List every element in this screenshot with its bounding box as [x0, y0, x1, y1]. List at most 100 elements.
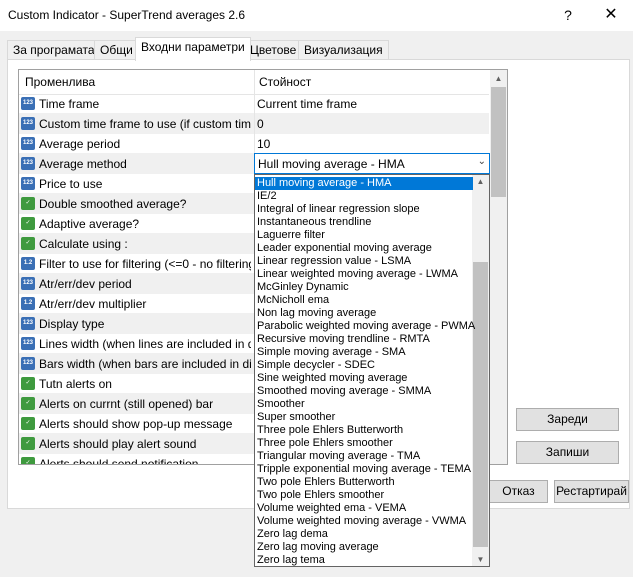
- tab-visualization[interactable]: Визуализация: [298, 40, 389, 60]
- tab-about[interactable]: За програмата: [7, 40, 101, 60]
- parameter-name: Bars width (when bars are included in di…: [39, 357, 251, 371]
- dropdown-option[interactable]: Non lag moving average: [255, 307, 473, 320]
- bool-icon: ✓: [21, 457, 35, 464]
- number-icon: 123: [21, 157, 35, 170]
- column-separator: [254, 94, 255, 114]
- dropdown-option[interactable]: Two pole Ehlers Butterworth: [255, 476, 473, 489]
- dropdown-option[interactable]: Two pole Ehlers smoother: [255, 489, 473, 502]
- dropdown-option[interactable]: McGinley Dynamic: [255, 281, 473, 294]
- parameter-name: Custom time frame to use (if custom time…: [39, 117, 251, 131]
- bool-icon: ✓: [21, 237, 35, 250]
- dropdown-scrollbar[interactable]: ▲ ▼: [472, 175, 489, 566]
- bool-icon: ✓: [21, 417, 35, 430]
- parameter-name: Alerts on currnt (still opened) bar: [39, 397, 214, 411]
- dropdown-option[interactable]: Simple moving average - SMA: [255, 346, 473, 359]
- bool-icon: ✓: [21, 397, 35, 410]
- load-button[interactable]: Зареди: [516, 408, 619, 431]
- number-icon: 123: [21, 357, 35, 370]
- help-button[interactable]: ?: [556, 4, 580, 26]
- average-method-select[interactable]: Hull moving average - HMA ⌄: [254, 153, 490, 174]
- parameter-value[interactable]: 10: [257, 137, 485, 151]
- average-method-dropdown-list: ▲ ▼ Hull moving average - HMA IE/2 Integra…: [254, 174, 490, 567]
- number-icon: 123: [21, 337, 35, 350]
- parameter-name: Atr/err/dev period: [39, 277, 132, 291]
- parameter-value[interactable]: 0: [257, 117, 485, 131]
- chevron-down-icon[interactable]: ⌄: [478, 156, 486, 167]
- bool-icon: ✓: [21, 197, 35, 210]
- parameter-row[interactable]: 123 Time frame Current time frame: [19, 94, 489, 114]
- close-button[interactable]: ✕: [598, 4, 624, 26]
- dropdown-option[interactable]: Hull moving average - HMA: [255, 177, 473, 190]
- dropdown-option[interactable]: Volume weighted ema - VEMA: [255, 502, 473, 515]
- parameter-name: Atr/err/dev multiplier: [39, 297, 147, 311]
- parameter-name: Time frame: [39, 97, 100, 111]
- parameter-name: Alerts should show pop-up message: [39, 417, 233, 431]
- parameter-row[interactable]: 123 Custom time frame to use (if custom t…: [19, 114, 489, 134]
- dropdown-option[interactable]: Super smoother: [255, 411, 473, 424]
- dropdown-option[interactable]: Sine weighted moving average: [255, 372, 473, 385]
- double-icon: 1.2: [21, 297, 35, 310]
- column-header-value[interactable]: Стойност: [259, 75, 311, 89]
- dropdown-option[interactable]: Zero lag tema: [255, 554, 473, 566]
- dropdown-option[interactable]: Three pole Ehlers Butterworth: [255, 424, 473, 437]
- number-icon: 123: [21, 317, 35, 330]
- grid-header: Променлива Стойност: [19, 70, 489, 95]
- tab-inputs[interactable]: Входни параметри: [135, 37, 251, 61]
- parameter-name: Adaptive average?: [39, 217, 140, 231]
- dropdown-option[interactable]: Laguerre filter: [255, 229, 473, 242]
- dropdown-scroll-thumb[interactable]: [473, 262, 488, 547]
- dropdown-option[interactable]: Parabolic weighted moving average - PWMA: [255, 320, 475, 333]
- title-bar: Custom Indicator - SuperTrend averages 2…: [0, 0, 633, 31]
- parameter-name: Alerts should send notification: [39, 457, 199, 465]
- parameter-name: Calculate using :: [39, 237, 128, 251]
- dropdown-option[interactable]: Volume weighted moving average - VWMA: [255, 515, 473, 528]
- parameter-name: Tutn alerts on: [39, 377, 112, 391]
- double-icon: 1.2: [21, 257, 35, 270]
- scroll-up-icon[interactable]: ▲: [472, 177, 489, 186]
- parameter-row[interactable]: 123 Average period 10: [19, 134, 489, 154]
- tab-colors[interactable]: Цветове: [244, 40, 303, 60]
- tab-common[interactable]: Общи: [94, 40, 139, 60]
- scroll-down-icon[interactable]: ▼: [472, 555, 489, 564]
- dropdown-option[interactable]: Linear weighted moving average - LWMA: [255, 268, 473, 281]
- dropdown-option[interactable]: Smoother: [255, 398, 473, 411]
- column-separator: [254, 114, 255, 134]
- save-button[interactable]: Запиши: [516, 441, 619, 464]
- dropdown-option[interactable]: Zero lag dema: [255, 528, 473, 541]
- column-separator: [254, 134, 255, 154]
- parameter-name: Filter to use for filtering (<=0 - no fi…: [39, 257, 251, 271]
- column-header-variable[interactable]: Променлива: [25, 75, 95, 89]
- dropdown-option[interactable]: Zero lag moving average: [255, 541, 473, 554]
- parameter-name: Average period: [39, 137, 121, 151]
- number-icon: 123: [21, 117, 35, 130]
- dropdown-option[interactable]: Triangular moving average - TMA: [255, 450, 473, 463]
- window-title: Custom Indicator - SuperTrend averages 2…: [8, 8, 246, 22]
- dropdown-option[interactable]: Linear regression value - LSMA: [255, 255, 473, 268]
- dropdown-option[interactable]: Instantaneous trendline: [255, 216, 473, 229]
- column-divider[interactable]: [254, 70, 255, 94]
- cancel-button[interactable]: Отказ: [489, 480, 548, 503]
- dropdown-option[interactable]: McNicholl ema: [255, 294, 473, 307]
- dropdown-option[interactable]: Integral of linear regression slope: [255, 203, 473, 216]
- dropdown-option[interactable]: Tripple exponential moving average - TEM…: [255, 463, 473, 476]
- dropdown-option[interactable]: Three pole Ehlers smoother: [255, 437, 473, 450]
- dropdown-option[interactable]: Leader exponential moving average: [255, 242, 473, 255]
- parameter-name: Alerts should play alert sound: [39, 437, 197, 451]
- parameter-name: Double smoothed average?: [39, 197, 187, 211]
- dropdown-option[interactable]: Recursive moving trendline - RMTA: [255, 333, 473, 346]
- average-method-value: Hull moving average - HMA: [258, 157, 405, 171]
- bool-icon: ✓: [21, 217, 35, 230]
- grid-scroll-thumb[interactable]: [491, 87, 506, 197]
- parameter-name: Display type: [39, 317, 105, 331]
- dropdown-option[interactable]: Simple decycler - SDEC: [255, 359, 473, 372]
- parameter-name: Average method: [39, 157, 127, 171]
- grid-scrollbar[interactable]: ▲: [490, 70, 507, 464]
- bool-icon: ✓: [21, 377, 35, 390]
- parameter-value[interactable]: Current time frame: [257, 97, 485, 111]
- dropdown-option[interactable]: IE/2: [255, 190, 473, 203]
- number-icon: 123: [21, 277, 35, 290]
- scroll-up-icon[interactable]: ▲: [490, 70, 507, 87]
- dropdown-option[interactable]: Smoothed moving average - SMMA: [255, 385, 473, 398]
- reset-button[interactable]: Рестартирай: [554, 480, 629, 503]
- list-icon: 123: [21, 97, 35, 110]
